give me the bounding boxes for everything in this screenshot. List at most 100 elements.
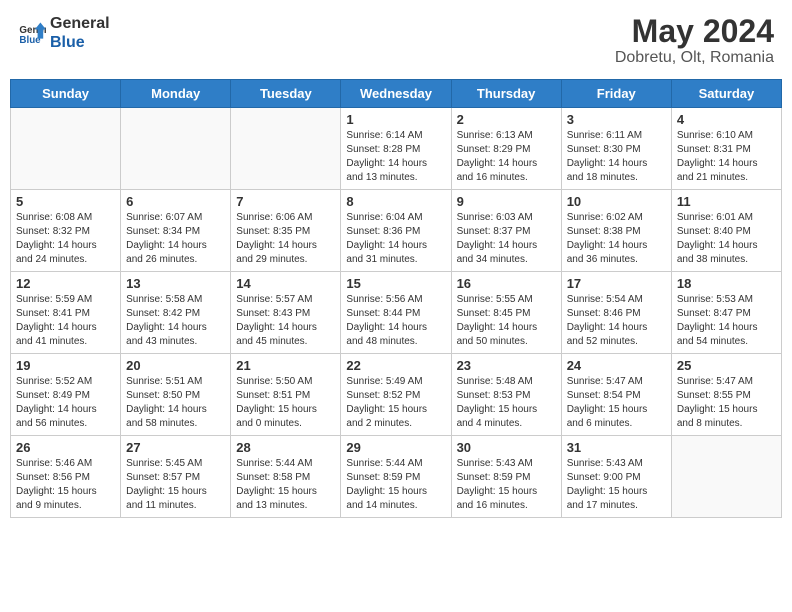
day-number: 22 [346, 358, 445, 373]
day-number: 2 [457, 112, 556, 127]
calendar-week-row: 1Sunrise: 6:14 AM Sunset: 8:28 PM Daylig… [11, 108, 782, 190]
calendar-cell [121, 108, 231, 190]
day-number: 13 [126, 276, 225, 291]
day-info: Sunrise: 6:13 AM Sunset: 8:29 PM Dayligh… [457, 129, 556, 185]
weekday-header: Tuesday [231, 80, 341, 108]
calendar-cell: 28 Sunrise: 5:44 AM Sunset: 8:58 PM Dayli… [231, 436, 341, 518]
day-number: 31 [567, 440, 666, 455]
calendar-cell: 23Sunrise: 5:48 AM Sunset: 8:53 PM Dayli… [451, 354, 561, 436]
month-title: May 2024 [615, 14, 774, 49]
day-number: 24 [567, 358, 666, 373]
logo-line2: Blue [50, 33, 110, 52]
calendar-week-row: 26 Sunrise: 5:46 AM Sunset: 8:56 PM Dayli… [11, 436, 782, 518]
day-info: Sunrise: 5:51 AM Sunset: 8:50 PM Dayligh… [126, 375, 225, 431]
weekday-header: Thursday [451, 80, 561, 108]
day-number: 29 [346, 440, 445, 455]
calendar-cell: 5 Sunrise: 6:08 AM Sunset: 8:32 PM Daylig… [11, 190, 121, 272]
calendar-cell: 10 Sunrise: 6:02 AM Sunset: 8:38 PM Dayli… [561, 190, 671, 272]
day-info: Sunrise: 5:47 AM Sunset: 8:54 PM Dayligh… [567, 375, 666, 431]
calendar-cell: 29Sunrise: 5:44 AM Sunset: 8:59 PM Dayli… [341, 436, 451, 518]
calendar-cell: 12 Sunrise: 5:59 AM Sunset: 8:41 PM Dayli… [11, 272, 121, 354]
day-number: 21 [236, 358, 335, 373]
day-info: Sunrise: 6:01 AM Sunset: 8:40 PM Dayligh… [677, 211, 776, 267]
calendar-cell: 24 Sunrise: 5:47 AM Sunset: 8:54 PM Dayli… [561, 354, 671, 436]
day-number: 5 [16, 194, 115, 209]
calendar-cell: 16 Sunrise: 5:55 AM Sunset: 8:45 PM Dayli… [451, 272, 561, 354]
day-info: Sunrise: 5:53 AM Sunset: 8:47 PM Dayligh… [677, 293, 776, 349]
calendar-cell: 20 Sunrise: 5:51 AM Sunset: 8:50 PM Dayli… [121, 354, 231, 436]
day-info: Sunrise: 5:58 AM Sunset: 8:42 PM Dayligh… [126, 293, 225, 349]
calendar-cell: 27 Sunrise: 5:45 AM Sunset: 8:57 PM Dayli… [121, 436, 231, 518]
weekday-header: Saturday [671, 80, 781, 108]
weekday-header: Sunday [11, 80, 121, 108]
day-number: 27 [126, 440, 225, 455]
day-info: Sunrise: 6:04 AM Sunset: 8:36 PM Dayligh… [346, 211, 445, 267]
day-info: Sunrise: 5:52 AM Sunset: 8:49 PM Dayligh… [16, 375, 115, 431]
weekday-header: Friday [561, 80, 671, 108]
day-info: Sunrise: 6:08 AM Sunset: 8:32 PM Dayligh… [16, 211, 115, 267]
day-info: Sunrise: 5:43 AM Sunset: 8:59 PM Dayligh… [457, 457, 556, 513]
day-info: Sunrise: 5:57 AM Sunset: 8:43 PM Dayligh… [236, 293, 335, 349]
day-number: 16 [457, 276, 556, 291]
day-info: Sunrise: 5:59 AM Sunset: 8:41 PM Dayligh… [16, 293, 115, 349]
calendar-week-row: 19 Sunrise: 5:52 AM Sunset: 8:49 PM Dayli… [11, 354, 782, 436]
calendar-cell: 2 Sunrise: 6:13 AM Sunset: 8:29 PM Daylig… [451, 108, 561, 190]
calendar-cell: 3Sunrise: 6:11 AM Sunset: 8:30 PM Daylig… [561, 108, 671, 190]
day-info: Sunrise: 6:06 AM Sunset: 8:35 PM Dayligh… [236, 211, 335, 267]
day-number: 17 [567, 276, 666, 291]
day-info: Sunrise: 5:55 AM Sunset: 8:45 PM Dayligh… [457, 293, 556, 349]
calendar-cell: 9 Sunrise: 6:03 AM Sunset: 8:37 PM Daylig… [451, 190, 561, 272]
page-header: General Blue General Blue May 2024 Dobre… [10, 10, 782, 71]
calendar-cell: 8 Sunrise: 6:04 AM Sunset: 8:36 PM Daylig… [341, 190, 451, 272]
calendar-cell: 4 Sunrise: 6:10 AM Sunset: 8:31 PM Daylig… [671, 108, 781, 190]
day-number: 15 [346, 276, 445, 291]
day-number: 28 [236, 440, 335, 455]
day-number: 10 [567, 194, 666, 209]
day-number: 8 [346, 194, 445, 209]
weekday-header: Monday [121, 80, 231, 108]
calendar-cell: 7 Sunrise: 6:06 AM Sunset: 8:35 PM Daylig… [231, 190, 341, 272]
day-info: Sunrise: 6:07 AM Sunset: 8:34 PM Dayligh… [126, 211, 225, 267]
day-number: 9 [457, 194, 556, 209]
day-number: 7 [236, 194, 335, 209]
calendar-cell: 6 Sunrise: 6:07 AM Sunset: 8:34 PM Daylig… [121, 190, 231, 272]
day-number: 14 [236, 276, 335, 291]
day-info: Sunrise: 5:44 AM Sunset: 8:58 PM Dayligh… [236, 457, 335, 513]
day-number: 3 [567, 112, 666, 127]
day-number: 19 [16, 358, 115, 373]
calendar-cell: 18 Sunrise: 5:53 AM Sunset: 8:47 PM Dayli… [671, 272, 781, 354]
day-info: Sunrise: 5:56 AM Sunset: 8:44 PM Dayligh… [346, 293, 445, 349]
day-info: Sunrise: 6:03 AM Sunset: 8:37 PM Dayligh… [457, 211, 556, 267]
calendar-cell: 31Sunrise: 5:43 AM Sunset: 9:00 PM Dayli… [561, 436, 671, 518]
calendar-cell [231, 108, 341, 190]
calendar-cell: 26 Sunrise: 5:46 AM Sunset: 8:56 PM Dayli… [11, 436, 121, 518]
calendar-cell: 22 Sunrise: 5:49 AM Sunset: 8:52 PM Dayli… [341, 354, 451, 436]
calendar-week-row: 5 Sunrise: 6:08 AM Sunset: 8:32 PM Daylig… [11, 190, 782, 272]
day-info: Sunrise: 5:48 AM Sunset: 8:53 PM Dayligh… [457, 375, 556, 431]
calendar-cell: 21Sunrise: 5:50 AM Sunset: 8:51 PM Dayli… [231, 354, 341, 436]
day-info: Sunrise: 6:14 AM Sunset: 8:28 PM Dayligh… [346, 129, 445, 185]
day-info: Sunrise: 5:45 AM Sunset: 8:57 PM Dayligh… [126, 457, 225, 513]
day-info: Sunrise: 6:02 AM Sunset: 8:38 PM Dayligh… [567, 211, 666, 267]
calendar-week-row: 12 Sunrise: 5:59 AM Sunset: 8:41 PM Dayli… [11, 272, 782, 354]
day-number: 20 [126, 358, 225, 373]
day-number: 18 [677, 276, 776, 291]
day-info: Sunrise: 5:46 AM Sunset: 8:56 PM Dayligh… [16, 457, 115, 513]
logo: General Blue General Blue [18, 14, 110, 52]
day-number: 12 [16, 276, 115, 291]
logo-line1: General [50, 14, 110, 33]
calendar: SundayMondayTuesdayWednesdayThursdayFrid… [10, 79, 782, 518]
logo-icon: General Blue [18, 19, 46, 47]
day-number: 6 [126, 194, 225, 209]
location: Dobretu, Olt, Romania [615, 49, 774, 67]
day-info: Sunrise: 5:47 AM Sunset: 8:55 PM Dayligh… [677, 375, 776, 431]
day-info: Sunrise: 5:49 AM Sunset: 8:52 PM Dayligh… [346, 375, 445, 431]
calendar-cell: 30Sunrise: 5:43 AM Sunset: 8:59 PM Dayli… [451, 436, 561, 518]
day-number: 4 [677, 112, 776, 127]
calendar-cell: 25Sunrise: 5:47 AM Sunset: 8:55 PM Dayli… [671, 354, 781, 436]
day-info: Sunrise: 6:10 AM Sunset: 8:31 PM Dayligh… [677, 129, 776, 185]
day-number: 11 [677, 194, 776, 209]
day-number: 26 [16, 440, 115, 455]
title-section: May 2024 Dobretu, Olt, Romania [615, 14, 774, 67]
weekday-header: Wednesday [341, 80, 451, 108]
